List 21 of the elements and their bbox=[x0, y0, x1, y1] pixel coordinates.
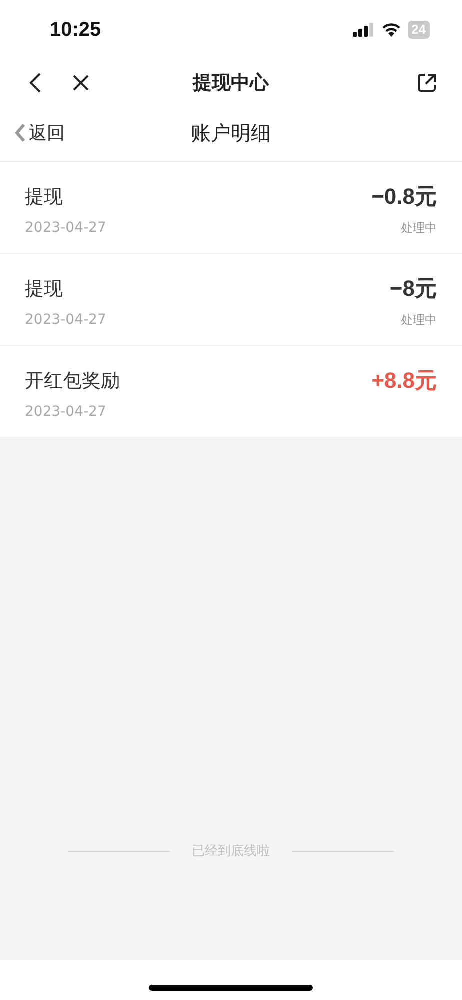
chevron-icon bbox=[14, 123, 26, 143]
record-status: 处理中 bbox=[401, 220, 437, 237]
share-icon[interactable] bbox=[416, 72, 438, 94]
record-title: 提现 bbox=[25, 277, 64, 302]
wifi-icon bbox=[382, 23, 401, 37]
record-amount: −8元 bbox=[390, 276, 437, 302]
record-date: 2023-04-27 bbox=[25, 220, 106, 236]
record-title: 开红包奖励 bbox=[25, 369, 120, 394]
back-icon[interactable] bbox=[28, 72, 42, 94]
record-date: 2023-04-27 bbox=[25, 312, 106, 328]
status-time: 10:25 bbox=[50, 18, 102, 42]
record-status: 处理中 bbox=[401, 312, 437, 329]
close-icon[interactable] bbox=[72, 74, 90, 92]
back-button[interactable]: 返回 bbox=[14, 121, 65, 145]
section-title: 账户明细 bbox=[191, 120, 271, 146]
record-amount: −0.8元 bbox=[372, 184, 437, 210]
signal-icon bbox=[352, 23, 375, 37]
record-date: 2023-04-27 bbox=[25, 404, 108, 420]
record-amount: +8.8元 bbox=[372, 368, 437, 394]
record-title: 提现 bbox=[25, 185, 64, 210]
page-title: 提现中心 bbox=[193, 70, 269, 96]
